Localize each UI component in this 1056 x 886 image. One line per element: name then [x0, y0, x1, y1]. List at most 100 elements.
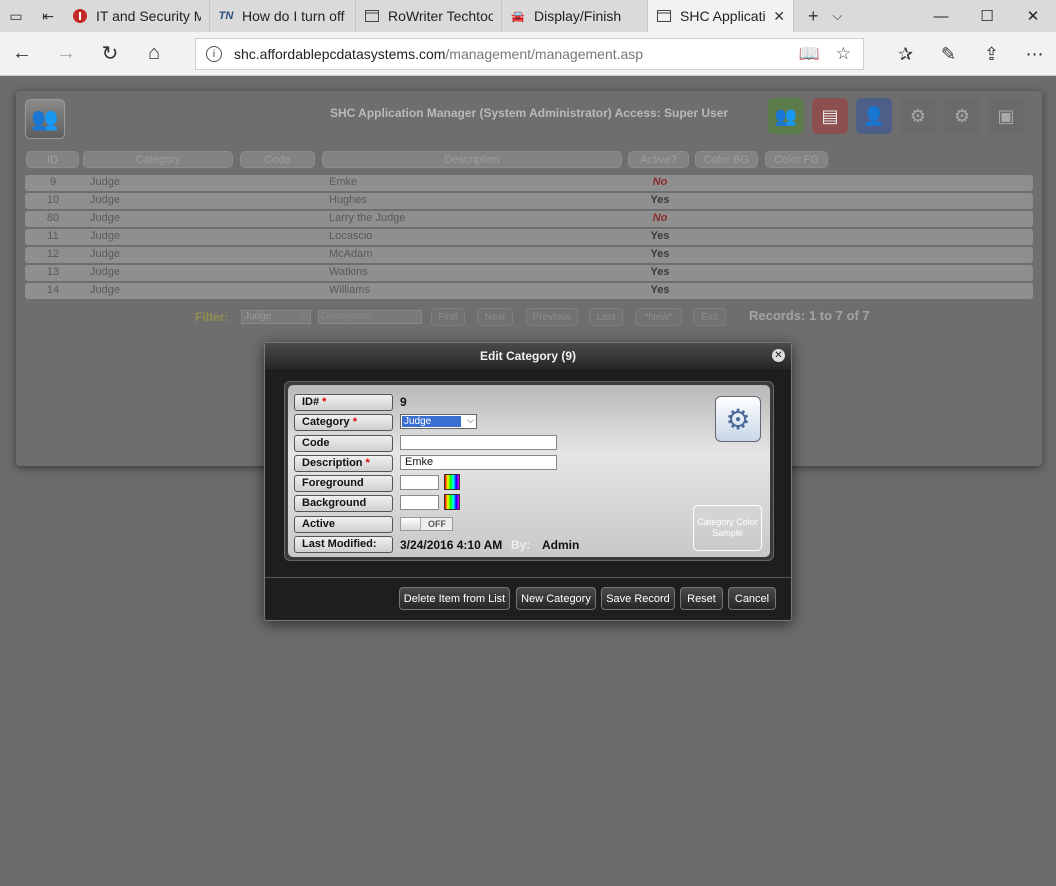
browser-tab-4[interactable]: 🚘 Display/Finish [502, 0, 648, 32]
category-color-sample: Category Color Sample [693, 505, 762, 551]
background-label: Background [294, 495, 393, 512]
foreground-label: Foreground [294, 475, 393, 492]
background-input[interactable] [400, 495, 439, 510]
favorites-icon[interactable]: ✰ [884, 44, 927, 65]
next-button[interactable]: Next [477, 308, 513, 326]
minimize-icon[interactable]: — [918, 0, 964, 32]
info-icon[interactable]: i [206, 46, 222, 62]
report-icon[interactable]: ▤ [812, 98, 848, 134]
gear-icon[interactable]: ⚙ [944, 98, 980, 134]
exit-button[interactable]: Exit [693, 308, 726, 326]
table-row[interactable]: 80 Judge Larry the Judge No [25, 211, 1033, 227]
description-input[interactable]: Emke [400, 455, 557, 470]
active-label: Active [294, 516, 393, 533]
previous-button[interactable]: Previous [526, 308, 578, 326]
col-header-description[interactable]: Description [322, 151, 622, 168]
chevron-down-icon: ⌵ [467, 415, 474, 425]
close-tab-icon[interactable]: ✕ [773, 8, 785, 25]
by-label: By: [511, 538, 531, 552]
col-header-code[interactable]: Code [240, 151, 315, 168]
app-toolbar: 👥 ▤ 👤 ⚙ ⚙ ▣ [768, 98, 1024, 134]
new-category-button[interactable]: New Category [516, 587, 596, 610]
address-bar: ← → ↻ ⌂ i shc.affordablepcdatasystems.co… [0, 32, 1056, 76]
category-table: 9 Judge Emke No 10 Judge Hughes Yes 80 Judge Lar… [25, 175, 1033, 301]
more-icon[interactable]: ⋯ [1013, 44, 1056, 65]
url-field[interactable]: i shc.affordablepcdatasystems.com/manage… [195, 38, 864, 70]
required-mark: * [352, 416, 357, 428]
tn-logo-icon: TN [218, 10, 234, 22]
status-yes: Yes [650, 248, 670, 260]
cancel-button[interactable]: Cancel [728, 587, 776, 610]
id-label: ID# * [294, 394, 393, 411]
close-window-icon[interactable]: ✕ [1010, 0, 1056, 32]
users-group-icon[interactable]: 👥 [768, 98, 804, 134]
col-header-color-bg[interactable]: Color BG [695, 151, 758, 168]
tab-actions: + ⌵ [794, 0, 842, 32]
toggle-knob [401, 518, 421, 530]
col-header-category[interactable]: Category [83, 151, 233, 168]
filter-description-input[interactable]: Description [318, 310, 422, 324]
table-row[interactable]: 14 Judge Williams Yes [25, 283, 1033, 299]
dialog-form-frame: ID# * 9 Category * Judge ⌵ Code Descriptio… [284, 381, 774, 561]
browser-tab-5-active[interactable]: SHC Applicatic ✕ [648, 0, 794, 32]
back-arrow-icon[interactable]: ← [0, 32, 44, 76]
browser-tab-2[interactable]: TN How do I turn off I [210, 0, 356, 32]
share-icon[interactable]: ⇪ [970, 44, 1013, 65]
tab-manager-icon[interactable]: ▭ [0, 0, 32, 32]
category-settings-icon: ⚙ [715, 396, 761, 442]
foreground-input[interactable] [400, 475, 439, 490]
save-record-button[interactable]: Save Record [601, 587, 675, 610]
table-row[interactable]: 13 Judge Watkins Yes [25, 265, 1033, 281]
set-aside-tabs-icon[interactable]: ⇤ [32, 0, 64, 32]
modified-by-value: Admin [542, 538, 580, 552]
browser-tab-3[interactable]: RoWriter Techtool [356, 0, 502, 32]
records-count: Records: 1 to 7 of 7 [749, 308, 870, 323]
delete-item-button[interactable]: Delete Item from List [399, 587, 510, 610]
forward-arrow-icon[interactable]: → [44, 32, 88, 76]
last-modified-label: Last Modified: [294, 536, 393, 553]
refresh-icon[interactable]: ↻ [88, 32, 132, 76]
required-mark: * [322, 396, 327, 408]
dialog-title: Edit Category (9) [265, 343, 791, 369]
table-row[interactable]: 9 Judge Emke No [25, 175, 1033, 191]
status-no: No [652, 212, 668, 224]
filter-bar: Filter: Judge ⌵ Description First Next Pr… [16, 308, 1042, 326]
new-tab-icon[interactable]: + [808, 6, 819, 27]
browser-tab-1[interactable]: IT and Security Ma [64, 0, 210, 32]
table-row[interactable]: 10 Judge Hughes Yes [25, 193, 1033, 209]
chevron-down-icon[interactable]: ⌵ [833, 8, 843, 24]
reset-button[interactable]: Reset [680, 587, 723, 610]
table-row[interactable]: 12 Judge McAdam Yes [25, 247, 1033, 263]
required-mark: * [365, 457, 370, 469]
category-label: Category * [294, 414, 393, 431]
col-header-active[interactable]: Active? [628, 151, 689, 168]
last-modified-value: 3/24/2016 4:10 AM [400, 538, 503, 552]
favorite-star-icon[interactable]: ☆ [836, 44, 851, 64]
col-header-color-fg[interactable]: Color FG [765, 151, 828, 168]
close-icon[interactable]: ✕ [772, 349, 785, 362]
browser-toolbar: ✰ ✎ ⇪ ⋯ [884, 32, 1056, 76]
maximize-icon[interactable]: ☐ [964, 0, 1010, 32]
color-palette-icon[interactable] [444, 474, 460, 490]
page-icon [364, 8, 380, 24]
home-icon[interactable]: ⌂ [132, 32, 176, 76]
table-row[interactable]: 11 Judge Locascio Yes [25, 229, 1033, 245]
last-button[interactable]: Last [589, 308, 623, 326]
user-admin-icon[interactable]: 👤 [856, 98, 892, 134]
reading-view-icon[interactable]: 📖 [799, 44, 820, 64]
code-input[interactable] [400, 435, 557, 450]
car-icon: 🚘 [511, 10, 525, 23]
col-header-id[interactable]: ID [26, 151, 79, 168]
pen-icon[interactable]: ✎ [927, 44, 970, 65]
url-host: shc.affordablepcdatasystems.com [234, 46, 446, 62]
window-controls: — ☐ ✕ [918, 0, 1056, 32]
filter-category-select[interactable]: Judge ⌵ [241, 310, 311, 324]
first-button[interactable]: First [431, 308, 465, 326]
settings-gears-icon[interactable]: ⚙ [900, 98, 936, 134]
active-toggle[interactable]: OFF [400, 517, 453, 531]
new-button[interactable]: *New* [635, 308, 682, 326]
id-value: 9 [400, 395, 407, 409]
exit-window-icon[interactable]: ▣ [988, 98, 1024, 134]
color-palette-icon[interactable] [444, 494, 460, 510]
category-select[interactable]: Judge ⌵ [400, 414, 477, 429]
